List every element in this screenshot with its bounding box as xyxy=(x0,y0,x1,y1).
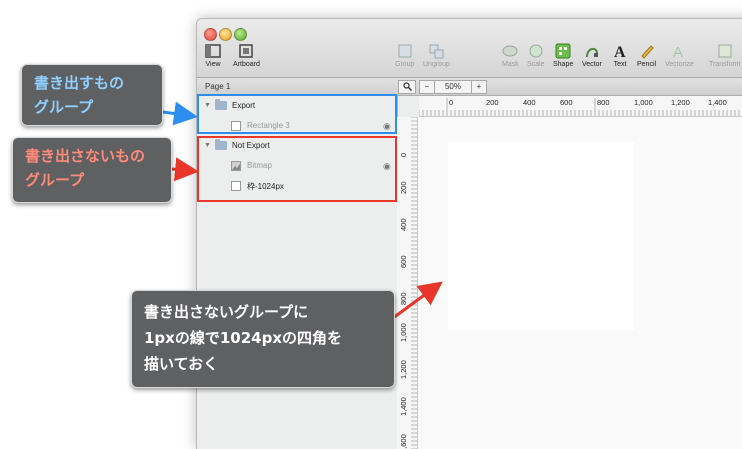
scale-icon xyxy=(529,44,543,58)
pencil-icon xyxy=(640,45,654,59)
ruler-label: 200 xyxy=(486,98,499,107)
svg-text:A: A xyxy=(673,44,683,59)
canvas[interactable] xyxy=(418,117,742,449)
view-button[interactable]: View xyxy=(205,43,221,68)
view-icon xyxy=(205,44,221,58)
toolbar: View Artboard Group Ungroup Mask Scale S… xyxy=(197,19,742,78)
ruler-label: 600 xyxy=(560,98,573,107)
shape-label: Shape xyxy=(553,61,574,68)
ruler-horizontal[interactable]: 0 200 400 600 800 1,000 1,200 1,400 xyxy=(419,96,742,117)
svg-text:A: A xyxy=(614,44,626,59)
callout-text: 書き出すもの グループ xyxy=(34,74,125,116)
zoom-in-button[interactable]: + xyxy=(471,80,487,94)
shape-button[interactable]: Shape xyxy=(553,43,573,68)
ruler-label: 0 xyxy=(399,152,408,157)
ruler-vertical[interactable]: 0 200 400 600 800 1,000 1,200 1,400 1,60… xyxy=(397,117,418,449)
artboard-button[interactable]: Artboard xyxy=(233,43,260,68)
callout-text: 書き出さないグループに 1pxの線で1024pxの四角を 描いておく xyxy=(144,303,343,373)
group-label: Group xyxy=(395,61,415,68)
callout-not-export-group: 書き出さないもの グループ xyxy=(12,137,172,203)
pencil-label: Pencil xyxy=(637,61,657,68)
text-button[interactable]: A Text xyxy=(612,43,628,68)
ruler-label: 400 xyxy=(399,218,408,231)
transform-label: Transform xyxy=(709,61,741,68)
ruler-label: 600 xyxy=(399,255,408,268)
transform-button[interactable]: Transform xyxy=(709,43,741,68)
page-selector-label: Page 1 xyxy=(205,82,231,91)
pencil-button[interactable]: Pencil xyxy=(637,43,656,68)
group-button[interactable]: Group xyxy=(395,43,414,68)
vector-button[interactable]: Vector xyxy=(582,43,602,68)
ruler-label: 1,400 xyxy=(708,98,727,107)
vector-icon xyxy=(585,47,598,58)
arrow-to-not-export-group xyxy=(171,157,199,182)
not-export-group-highlight xyxy=(197,136,397,202)
zoom-window-button[interactable] xyxy=(234,28,247,41)
artboard-label: Artboard xyxy=(233,61,260,68)
mask-button[interactable]: Mask xyxy=(502,43,519,68)
ruler-label: 1,600 xyxy=(399,434,408,449)
arrow-to-export-group xyxy=(162,101,198,126)
ungroup-label: Ungroup xyxy=(423,61,450,68)
export-group-highlight xyxy=(197,94,397,134)
ruler-label: 1,000 xyxy=(399,323,408,342)
ungroup-icon xyxy=(429,44,444,59)
transform-icon xyxy=(718,44,732,58)
callout-export-group: 書き出すもの グループ xyxy=(21,64,163,126)
ruler-label: 1,200 xyxy=(399,360,408,379)
mask-icon xyxy=(502,45,518,57)
callout-instruction: 書き出さないグループに 1pxの線で1024pxの四角を 描いておく xyxy=(131,290,395,388)
ruler-label: 400 xyxy=(523,98,536,107)
minimize-button[interactable] xyxy=(219,28,232,41)
artboard[interactable] xyxy=(448,142,634,330)
zoom-level: 50% xyxy=(434,80,472,94)
scale-button[interactable]: Scale xyxy=(527,43,545,68)
vectorize-label: Vectorize xyxy=(665,61,694,68)
callout-text: 書き出さないもの グループ xyxy=(25,147,146,189)
zoom-bar: − 50% + xyxy=(397,78,742,96)
ruler-label: 800 xyxy=(597,98,610,107)
magnifier-icon xyxy=(402,82,412,91)
group-icon xyxy=(398,44,412,58)
ruler-label: 200 xyxy=(399,181,408,194)
view-label: View xyxy=(205,61,221,68)
ungroup-button[interactable]: Ungroup xyxy=(423,43,450,68)
mask-label: Mask xyxy=(502,61,519,68)
ruler-ticks xyxy=(419,98,740,116)
ruler-label: 0 xyxy=(449,98,454,107)
ruler-label: 800 xyxy=(399,292,408,305)
close-button[interactable] xyxy=(204,28,217,41)
scale-label: Scale xyxy=(527,61,545,68)
artboard-icon xyxy=(239,44,254,58)
ruler-label: 1,000 xyxy=(634,98,653,107)
text-icon: A xyxy=(614,44,626,59)
vector-label: Vector xyxy=(582,61,602,68)
vectorize-button[interactable]: A Vectorize xyxy=(665,43,694,68)
shape-icon xyxy=(555,43,571,59)
ruler-label: 1,200 xyxy=(671,98,690,107)
ruler-label: 1,400 xyxy=(399,397,408,416)
text-label: Text xyxy=(613,61,627,68)
vectorize-icon: A xyxy=(673,44,683,59)
zoom-out-button[interactable]: − xyxy=(419,80,435,94)
zoom-search-button[interactable] xyxy=(398,80,416,94)
